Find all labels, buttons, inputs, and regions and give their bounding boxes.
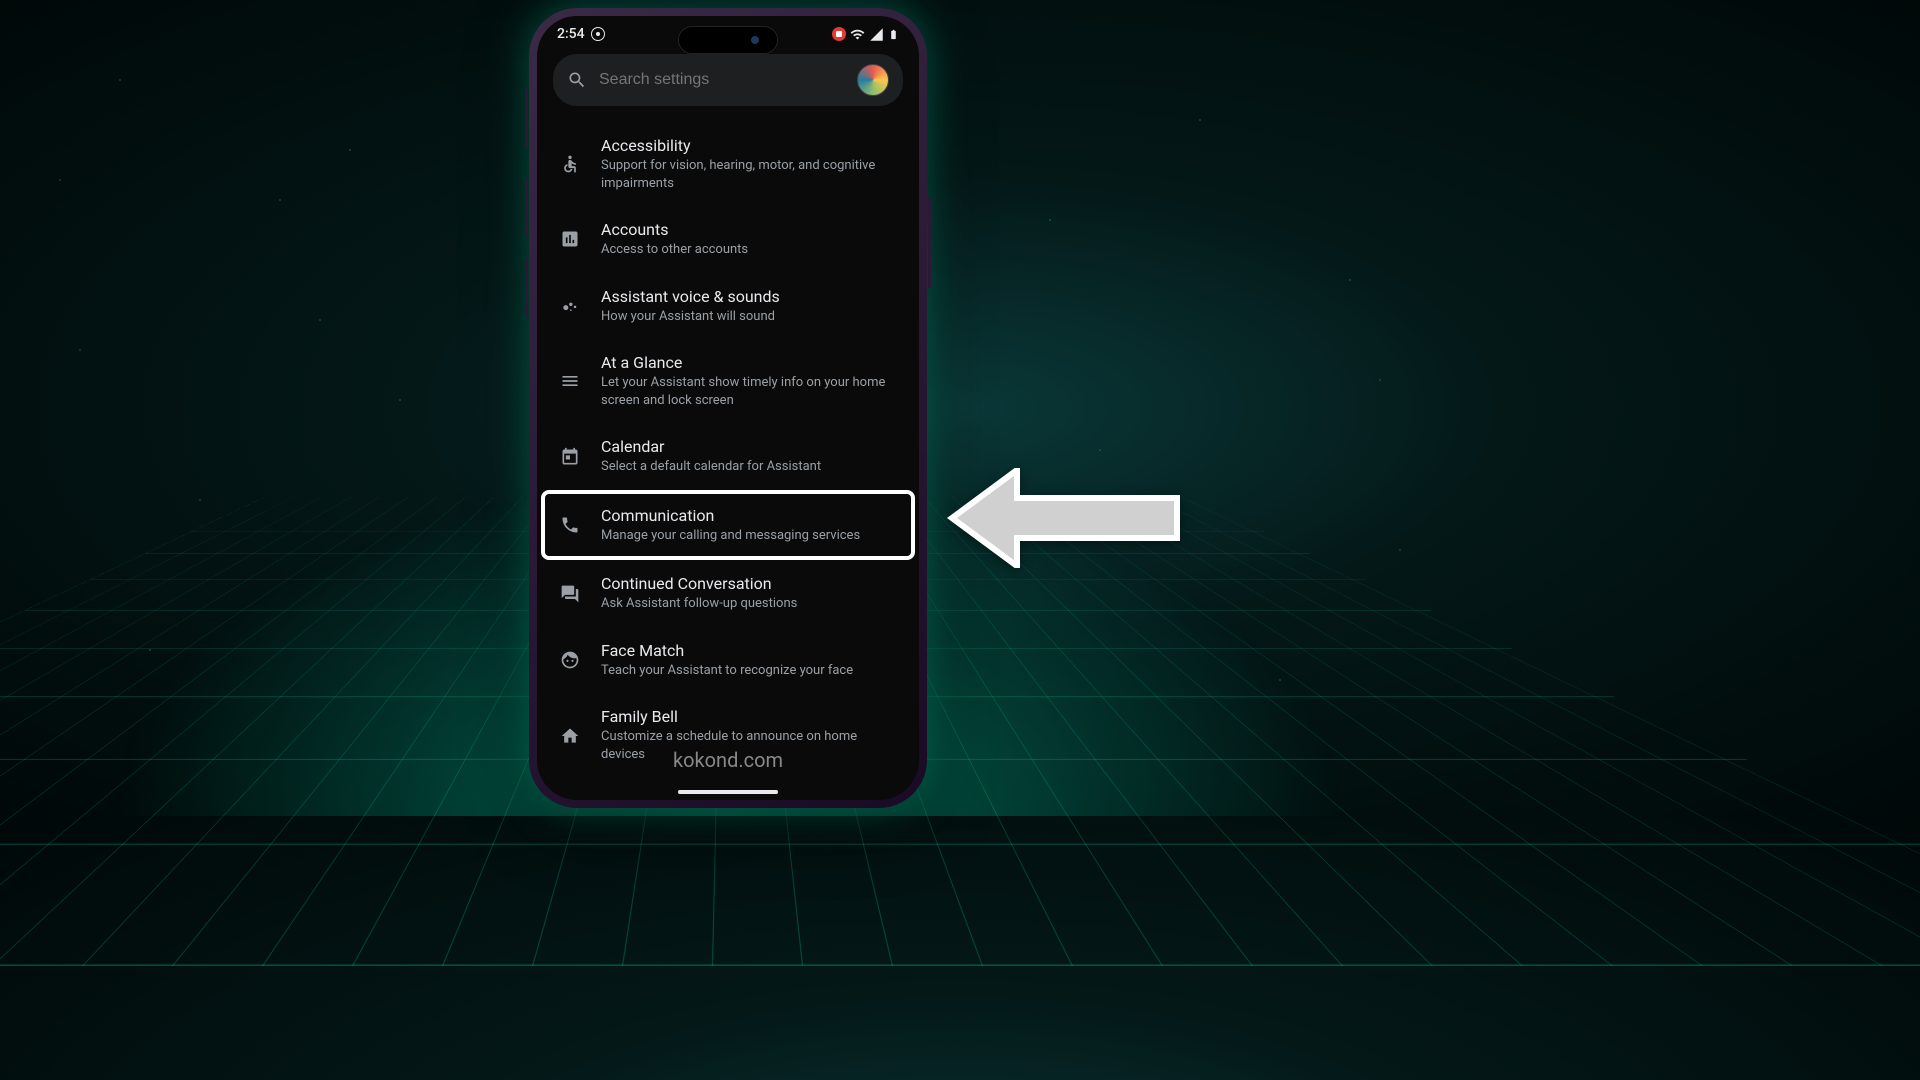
setting-row-face-match[interactable]: Face Match Teach your Assistant to recogn… [545, 627, 911, 694]
setting-title: Family Bell [601, 707, 897, 726]
setting-text: Accounts Access to other accounts [601, 220, 748, 259]
setting-subtitle: Let your Assistant show timely info on y… [601, 374, 897, 409]
setting-title: At a Glance [601, 353, 897, 372]
setting-text: Face Match Teach your Assistant to recogn… [601, 641, 853, 680]
setting-title: Communication [601, 506, 860, 525]
setting-title: Accessibility [601, 136, 897, 155]
setting-subtitle: Select a default calendar for Assistant [601, 458, 821, 476]
setting-row-continued-conversation[interactable]: Continued Conversation Ask Assistant foll… [545, 560, 911, 627]
setting-text: Accessibility Support for vision, hearing… [601, 136, 897, 192]
status-time: 2:54 [557, 26, 585, 42]
phone-frame: 2:54 Accessibility Support for vision, he… [529, 8, 927, 808]
setting-title: Accounts [601, 220, 748, 239]
phone-notch [678, 26, 778, 54]
setting-text: At a Glance Let your Assistant show timel… [601, 353, 897, 409]
setting-title: Continued Conversation [601, 574, 797, 593]
accounts-icon [559, 229, 581, 249]
settings-list: Accessibility Support for vision, hearing… [537, 110, 919, 778]
setting-title: Calendar [601, 437, 821, 456]
setting-title: Assistant voice & sounds [601, 287, 780, 306]
search-bar[interactable] [553, 54, 903, 106]
setting-subtitle: Manage your calling and messaging servic… [601, 527, 860, 545]
battery-icon [888, 27, 899, 42]
communication-icon [559, 515, 581, 535]
wifi-icon [850, 27, 865, 42]
setting-row-communication[interactable]: Communication Manage your calling and mes… [541, 490, 915, 561]
setting-subtitle: Teach your Assistant to recognize your f… [601, 662, 853, 680]
watermark-text: kokond.com [673, 748, 783, 772]
face-match-icon [559, 650, 581, 670]
setting-subtitle: How your Assistant will sound [601, 308, 780, 326]
setting-row-at-a-glance[interactable]: At a Glance Let your Assistant show timel… [545, 339, 911, 423]
setting-text: Communication Manage your calling and mes… [601, 506, 860, 545]
accessibility-icon [559, 154, 581, 174]
setting-text: Continued Conversation Ask Assistant foll… [601, 574, 797, 613]
setting-row-calendar[interactable]: Calendar Select a default calendar for As… [545, 423, 911, 490]
setting-text: Assistant voice & sounds How your Assista… [601, 287, 780, 326]
family-bell-icon [559, 726, 581, 746]
setting-subtitle: Access to other accounts [601, 241, 748, 259]
setting-title: Face Match [601, 641, 853, 660]
search-icon [567, 70, 587, 90]
setting-row-accounts[interactable]: Accounts Access to other accounts [545, 206, 911, 273]
setting-row-accessibility[interactable]: Accessibility Support for vision, hearing… [545, 122, 911, 206]
assistant-voice-icon [559, 296, 581, 316]
setting-subtitle: Ask Assistant follow-up questions [601, 595, 797, 613]
calendar-icon [559, 447, 581, 467]
recording-badge-icon [832, 27, 846, 41]
annotation-arrow-icon [942, 468, 1182, 568]
setting-subtitle: Support for vision, hearing, motor, and … [601, 157, 897, 192]
continued-conversation-icon [559, 584, 581, 604]
signal-icon [869, 27, 884, 42]
setting-text: Calendar Select a default calendar for As… [601, 437, 821, 476]
screen-record-indicator-icon [591, 27, 605, 41]
gesture-nav-bar[interactable] [678, 790, 778, 794]
search-input[interactable] [599, 71, 845, 89]
phone-screen: 2:54 Accessibility Support for vision, he… [537, 16, 919, 800]
setting-row-assistant-voice[interactable]: Assistant voice & sounds How your Assista… [545, 273, 911, 340]
at-a-glance-icon [559, 371, 581, 391]
profile-avatar[interactable] [857, 64, 889, 96]
